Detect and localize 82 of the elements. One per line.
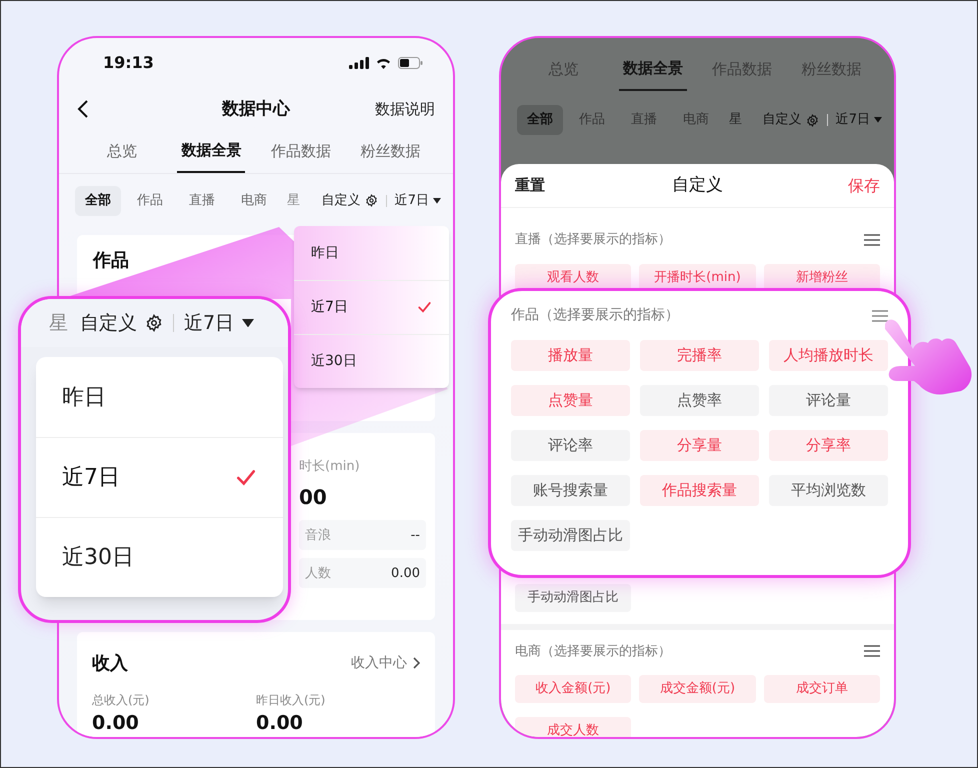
tab[interactable]: 粉丝数据 <box>797 48 866 91</box>
menu-item[interactable]: 近30日 <box>294 334 449 388</box>
tab[interactable]: 总览 <box>102 130 141 173</box>
menu-item[interactable]: 昨日 <box>36 357 283 437</box>
tab[interactable]: 粉丝数据 <box>356 130 424 173</box>
metric-chip[interactable]: 手动动滑图占比 <box>515 584 632 612</box>
section-title: 电商（选择要展示的指标） <box>515 642 671 660</box>
metric-label: 时长(min) <box>299 458 361 476</box>
metric-chip[interactable]: 成交金额(元) <box>639 675 756 703</box>
tab[interactable]: 数据全景 <box>618 48 687 91</box>
gear-icon[interactable] <box>364 194 378 208</box>
date-range-select[interactable]: 近7日 <box>836 110 870 130</box>
section-title: 作品（选择要展示的指标） <box>511 306 679 325</box>
tab[interactable]: 作品数据 <box>266 130 335 173</box>
save-button[interactable]: 保存 <box>848 174 880 198</box>
metric-value: 0.00 <box>256 710 304 736</box>
filter-chip[interactable]: 直播 <box>621 105 667 135</box>
date-range-select[interactable]: 近7日 <box>184 308 234 338</box>
metric-chip[interactable]: 评论量 <box>769 385 888 416</box>
filter-chip[interactable]: 全部 <box>517 105 563 135</box>
chevron-right-icon[interactable] <box>413 657 420 670</box>
customize-link[interactable]: 自定义 <box>762 110 802 130</box>
filter-chip[interactable]: 直播 <box>179 186 225 216</box>
metric-chip[interactable]: 作品搜索量 <box>640 475 759 506</box>
metric-chip[interactable]: 账号搜索量 <box>511 475 630 506</box>
metric-label: 总收入(元) <box>92 692 150 709</box>
metric-chip[interactable]: 成交订单 <box>764 675 880 703</box>
row-label: 音浪 <box>305 526 331 545</box>
filter-chip[interactable]: 全部 <box>75 186 121 216</box>
status-time: 19:13 <box>103 52 154 74</box>
check-icon <box>417 300 432 315</box>
metric-chip[interactable]: 播放量 <box>511 340 630 371</box>
drag-handle-icon[interactable] <box>864 234 880 246</box>
customize-link[interactable]: 自定义 <box>80 308 137 338</box>
menu-item[interactable]: 近7日 <box>294 280 449 334</box>
filter-chip[interactable]: 星 <box>729 110 742 130</box>
gear-icon[interactable] <box>145 314 163 332</box>
metric-chip[interactable]: 分享率 <box>769 430 888 461</box>
drag-handle-icon[interactable] <box>872 310 888 322</box>
page-title: 数据中心 <box>222 98 290 121</box>
card-title: 收入 <box>92 652 128 676</box>
metric-chip[interactable]: 评论率 <box>511 430 630 461</box>
metric-chip[interactable]: 完播率 <box>640 340 759 371</box>
card-title: 作品 <box>93 250 129 271</box>
metric-chip[interactable]: 平均浏览数 <box>769 475 888 506</box>
filter-chip[interactable]: 星 <box>49 308 68 338</box>
signal-icon <box>349 57 369 70</box>
metric-chip[interactable]: 收入金额(元) <box>515 675 632 703</box>
metric-chip[interactable]: 点赞率 <box>640 385 759 416</box>
metric-chip[interactable]: 手动动滑图占比 <box>511 520 630 551</box>
reset-button[interactable]: 重置 <box>515 174 545 197</box>
wifi-icon <box>375 57 392 70</box>
customize-link[interactable]: 自定义 <box>322 191 361 211</box>
row-value: 0.00 <box>391 564 420 583</box>
tab[interactable]: 数据全景 <box>177 130 246 173</box>
menu-item[interactable]: 近30日 <box>36 517 283 597</box>
date-range-select[interactable]: 近7日 <box>394 191 429 211</box>
sheet-title: 自定义 <box>672 174 723 197</box>
caret-icon[interactable] <box>433 198 441 204</box>
row-value: -- <box>410 526 420 545</box>
filter-chip[interactable]: 作品 <box>127 186 173 216</box>
drag-handle-icon[interactable] <box>864 645 880 658</box>
metric-chip[interactable]: 成交人数 <box>515 717 632 737</box>
filter-chip[interactable]: 作品 <box>569 105 615 135</box>
caret-icon[interactable] <box>242 318 254 328</box>
filter-chip[interactable]: 电商 <box>231 186 277 216</box>
battery-icon <box>398 57 423 70</box>
menu-item[interactable]: 昨日 <box>294 226 449 280</box>
filter-chip[interactable]: 电商 <box>673 105 719 135</box>
metric-label: 昨日收入(元) <box>256 692 326 709</box>
row-label: 人数 <box>305 564 331 583</box>
income-center-link[interactable]: 收入中心 <box>351 652 407 674</box>
metric-value: 0.00 <box>92 710 140 736</box>
filter-chip[interactable]: 星 <box>287 191 300 211</box>
metric-chip[interactable]: 人均播放时长 <box>769 340 888 371</box>
data-help-link[interactable]: 数据说明 <box>375 98 435 121</box>
metric-chip[interactable]: 分享量 <box>640 430 759 461</box>
metric-value: 00 <box>299 484 328 512</box>
menu-item[interactable]: 近7日 <box>36 437 283 517</box>
section-title: 直播（选择要展示的指标） <box>515 231 671 249</box>
back-icon[interactable] <box>77 99 89 120</box>
metric-chip[interactable]: 点赞量 <box>511 385 630 416</box>
